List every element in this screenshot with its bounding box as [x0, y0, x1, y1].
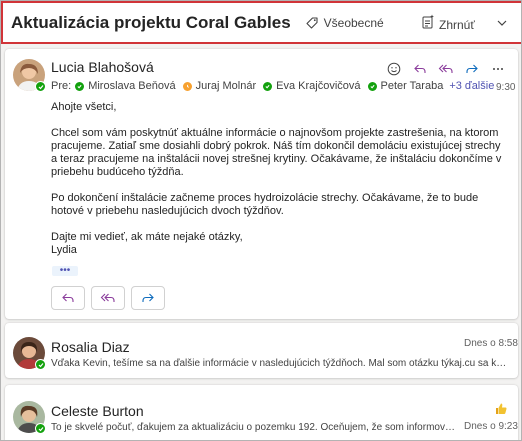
thumbs-up-icon[interactable]: [494, 402, 508, 421]
message-preview: To je skvelé počuť, ďakujem za aktualizá…: [51, 422, 457, 433]
reply-icon[interactable]: [407, 58, 433, 80]
sender-name[interactable]: Lucia Blahošová: [51, 59, 154, 75]
body-paragraph: Chcel som vám poskytnúť aktuálne informá…: [51, 127, 502, 178]
closing: Dajte mi vedieť, ak máte nejaké otázky,: [51, 231, 243, 243]
summarize-label: Zhrnúť: [439, 17, 475, 32]
recipient[interactable]: Juraj Molnár: [182, 80, 256, 92]
thread-subject: Aktualizácia projektu Coral Gables: [11, 12, 291, 32]
reply-all-icon[interactable]: [433, 58, 459, 80]
more-options-icon[interactable]: [485, 58, 511, 80]
presence-away-icon: [182, 81, 192, 91]
reply-all-button[interactable]: [91, 286, 125, 310]
message-card-expanded[interactable]: Lucia Blahošová Pre: Miroslava Beňová Ju…: [5, 49, 518, 319]
message-card-collapsed[interactable]: Rosalia Diaz Dnes o 8:58 Vďaka Kevin, te…: [5, 323, 518, 378]
recipient[interactable]: Eva Krajčovičová: [263, 80, 361, 92]
show-quoted-text-button[interactable]: •••: [52, 266, 78, 276]
presence-available-icon: [35, 423, 46, 434]
message-body: Ahojte všetci, Chcel som vám poskytnúť a…: [51, 101, 506, 257]
presence-available-icon: [35, 359, 46, 370]
summarize-icon: [421, 14, 435, 35]
reply-button[interactable]: [51, 286, 85, 310]
category-label[interactable]: Všeobecné: [324, 16, 384, 30]
presence-available-icon: [367, 81, 377, 91]
message-card-collapsed[interactable]: Celeste Burton Dnes o 9:23 To je skvelé …: [5, 385, 518, 440]
reply-all-icon: [100, 293, 115, 302]
forward-icon[interactable]: [459, 58, 485, 80]
forward-button[interactable]: [131, 286, 165, 310]
message-time: 9:30: [496, 82, 516, 93]
summarize-button[interactable]: Zhrnúť: [421, 14, 475, 35]
presence-available-icon: [263, 81, 273, 91]
emoji-reaction-icon[interactable]: [381, 58, 407, 80]
recipient[interactable]: Miroslava Beňová: [75, 80, 176, 92]
presence-available-icon: [75, 81, 85, 91]
email-thread-window: Aktualizácia projektu Coral Gables Všeob…: [0, 0, 522, 441]
recipients-row: Pre: Miroslava Beňová Juraj Molnár Eva K…: [51, 80, 494, 92]
message-time: Dnes o 9:23: [464, 421, 518, 432]
message-time: Dnes o 8:58: [464, 338, 518, 349]
reply-icon: [62, 293, 74, 302]
message-preview: Vďaka Kevin, tešíme sa na ďalšie informá…: [51, 358, 507, 369]
sender-name[interactable]: Rosalia Diaz: [51, 339, 130, 355]
sender-name[interactable]: Celeste Burton: [51, 403, 144, 419]
presence-available-icon: [35, 81, 46, 92]
body-paragraph: Po dokončení inštalácie začneme proces h…: [51, 192, 479, 217]
message-actions: [381, 58, 511, 80]
more-recipients-link[interactable]: +3 ďalšie: [449, 80, 494, 92]
recipient[interactable]: Peter Taraba: [367, 80, 443, 92]
greeting: Ahojte všetci,: [51, 101, 117, 113]
chevron-down-icon[interactable]: [495, 16, 509, 35]
forward-icon: [142, 293, 154, 302]
to-label: Pre:: [51, 80, 72, 92]
thread-header: Aktualizácia projektu Coral Gables Všeob…: [1, 1, 521, 44]
quick-actions: [51, 286, 165, 310]
tag-icon: [305, 16, 319, 30]
signature: Lydia: [51, 244, 77, 256]
